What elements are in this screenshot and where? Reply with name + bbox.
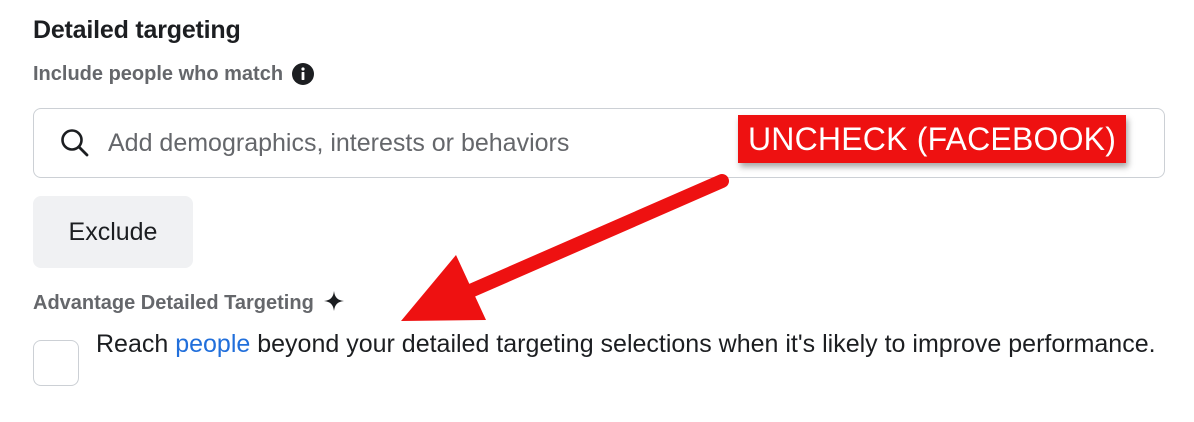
search-input[interactable]: [108, 128, 708, 158]
include-row: Include people who match: [33, 62, 315, 86]
exclude-button[interactable]: Exclude: [33, 196, 193, 268]
info-icon[interactable]: [291, 62, 315, 86]
sparkle-icon: [322, 289, 346, 313]
section-title: Detailed targeting: [33, 16, 241, 44]
description-text-start: Reach: [96, 330, 176, 358]
advantage-label: Advantage Detailed Targeting: [33, 292, 314, 314]
description-text-end: beyond your detailed targeting selection…: [250, 330, 1156, 358]
advantage-checkbox[interactable]: [33, 340, 79, 386]
annotation-badge: UNCHECK (FACEBOOK): [738, 115, 1127, 163]
search-icon: [58, 126, 92, 160]
people-link[interactable]: people: [175, 330, 250, 358]
advantage-description: Reach people beyond your detailed target…: [96, 324, 1156, 364]
include-label: Include people who match: [33, 62, 284, 85]
advantage-row: Advantage Detailed Targeting: [33, 289, 346, 315]
